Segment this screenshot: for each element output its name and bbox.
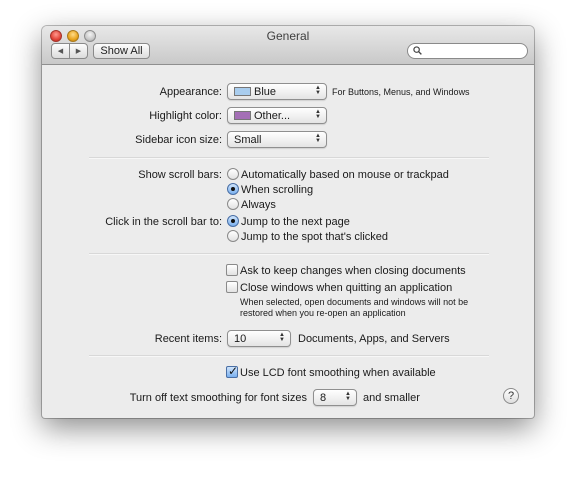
chevron-right-icon: ▶ — [75, 48, 82, 55]
popup-arrows-icon: ▲ ▼ — [345, 391, 351, 402]
close-windows-checkbox[interactable] — [226, 281, 238, 293]
recent-items-suffix: Documents, Apps, and Servers — [298, 333, 450, 345]
radio-dot — [231, 187, 235, 191]
popup-arrows-icon: ▲ ▼ — [315, 109, 321, 120]
sidebar-icon-size-value: Small — [234, 134, 262, 146]
scroll-bars-always-radio[interactable] — [227, 198, 239, 210]
section-divider — [89, 253, 489, 255]
highlight-color-label: Highlight color: — [149, 110, 222, 122]
click-scroll-bar-label: Click in the scroll bar to: — [105, 216, 222, 228]
ask-keep-changes-checkbox[interactable] — [226, 264, 238, 276]
magnifier-icon — [413, 46, 422, 55]
sidebar-icon-size-label: Sidebar icon size: — [135, 134, 222, 146]
search-field[interactable] — [407, 43, 528, 59]
back-button[interactable]: ◀ — [52, 44, 70, 58]
checkmark-icon: ✓ — [228, 364, 239, 378]
show-all-button[interactable]: Show All — [93, 43, 150, 59]
section-divider — [89, 355, 489, 357]
recent-items-value: 10 — [234, 333, 247, 345]
highlight-color-value: Other... — [254, 110, 291, 122]
popup-arrows-icon: ▲ ▼ — [315, 85, 321, 96]
appearance-popup[interactable]: Blue ▲ ▼ — [227, 83, 327, 100]
question-mark-icon: ? — [507, 390, 515, 402]
highlight-swatch — [234, 111, 251, 120]
lcd-font-smoothing-label: Use LCD font smoothing when available — [240, 367, 436, 379]
close-windows-label: Close windows when quitting an applicati… — [240, 282, 453, 294]
back-forward-control: ◀ ▶ — [51, 43, 88, 59]
appearance-swatch — [234, 87, 251, 96]
text-smoothing-suffix: and smaller — [363, 392, 420, 404]
title-bar[interactable]: General ◀ ▶ Show All — [42, 26, 534, 65]
ask-keep-changes-label: Ask to keep changes when closing documen… — [240, 265, 466, 277]
radio-dot — [231, 219, 235, 223]
close-windows-note-line1: When selected, open documents and window… — [240, 297, 469, 307]
help-button[interactable]: ? — [503, 388, 519, 404]
lcd-font-smoothing-checkbox[interactable]: ✓ — [226, 364, 239, 378]
section-divider — [89, 157, 489, 159]
popup-arrows-icon: ▲ ▼ — [315, 133, 321, 144]
window-title: General — [266, 29, 310, 43]
jump-to-spot-radio[interactable] — [227, 230, 239, 242]
recent-items-popup[interactable]: 10 ▲ ▼ — [227, 330, 291, 347]
scroll-bars-when-scrolling-label: When scrolling — [241, 184, 314, 196]
appearance-note: For Buttons, Menus, and Windows — [332, 87, 470, 97]
recent-items-label: Recent items: — [154, 333, 222, 345]
show-scroll-bars-label: Show scroll bars: — [138, 169, 222, 181]
scroll-bars-automatic-radio[interactable] — [227, 168, 239, 180]
forward-button[interactable]: ▶ — [70, 44, 87, 58]
jump-next-page-label: Jump to the next page — [241, 216, 350, 228]
appearance-value: Blue — [254, 86, 277, 98]
jump-next-page-radio[interactable] — [227, 215, 239, 227]
jump-to-spot-label: Jump to the spot that's clicked — [241, 231, 389, 243]
text-smoothing-size-popup[interactable]: 8 ▲ ▼ — [313, 389, 357, 406]
highlight-color-popup[interactable]: Other... ▲ ▼ — [227, 107, 327, 124]
close-windows-note-line2: restored when you re-open an application — [240, 308, 406, 318]
scroll-bars-automatic-label: Automatically based on mouse or trackpad — [241, 169, 449, 181]
scroll-bars-when-scrolling-radio[interactable] — [227, 183, 239, 195]
preferences-window: General ◀ ▶ Show All Appearance: Blue ▲ ▼… — [42, 26, 534, 418]
sidebar-icon-size-popup[interactable]: Small ▲ ▼ — [227, 131, 327, 148]
text-smoothing-size-value: 8 — [320, 392, 327, 404]
text-smoothing-label: Turn off text smoothing for font sizes — [129, 392, 307, 404]
popup-arrows-icon: ▲ ▼ — [279, 332, 285, 343]
scroll-bars-always-label: Always — [241, 199, 276, 211]
appearance-label: Appearance: — [159, 86, 222, 98]
chevron-left-icon: ◀ — [57, 48, 64, 55]
